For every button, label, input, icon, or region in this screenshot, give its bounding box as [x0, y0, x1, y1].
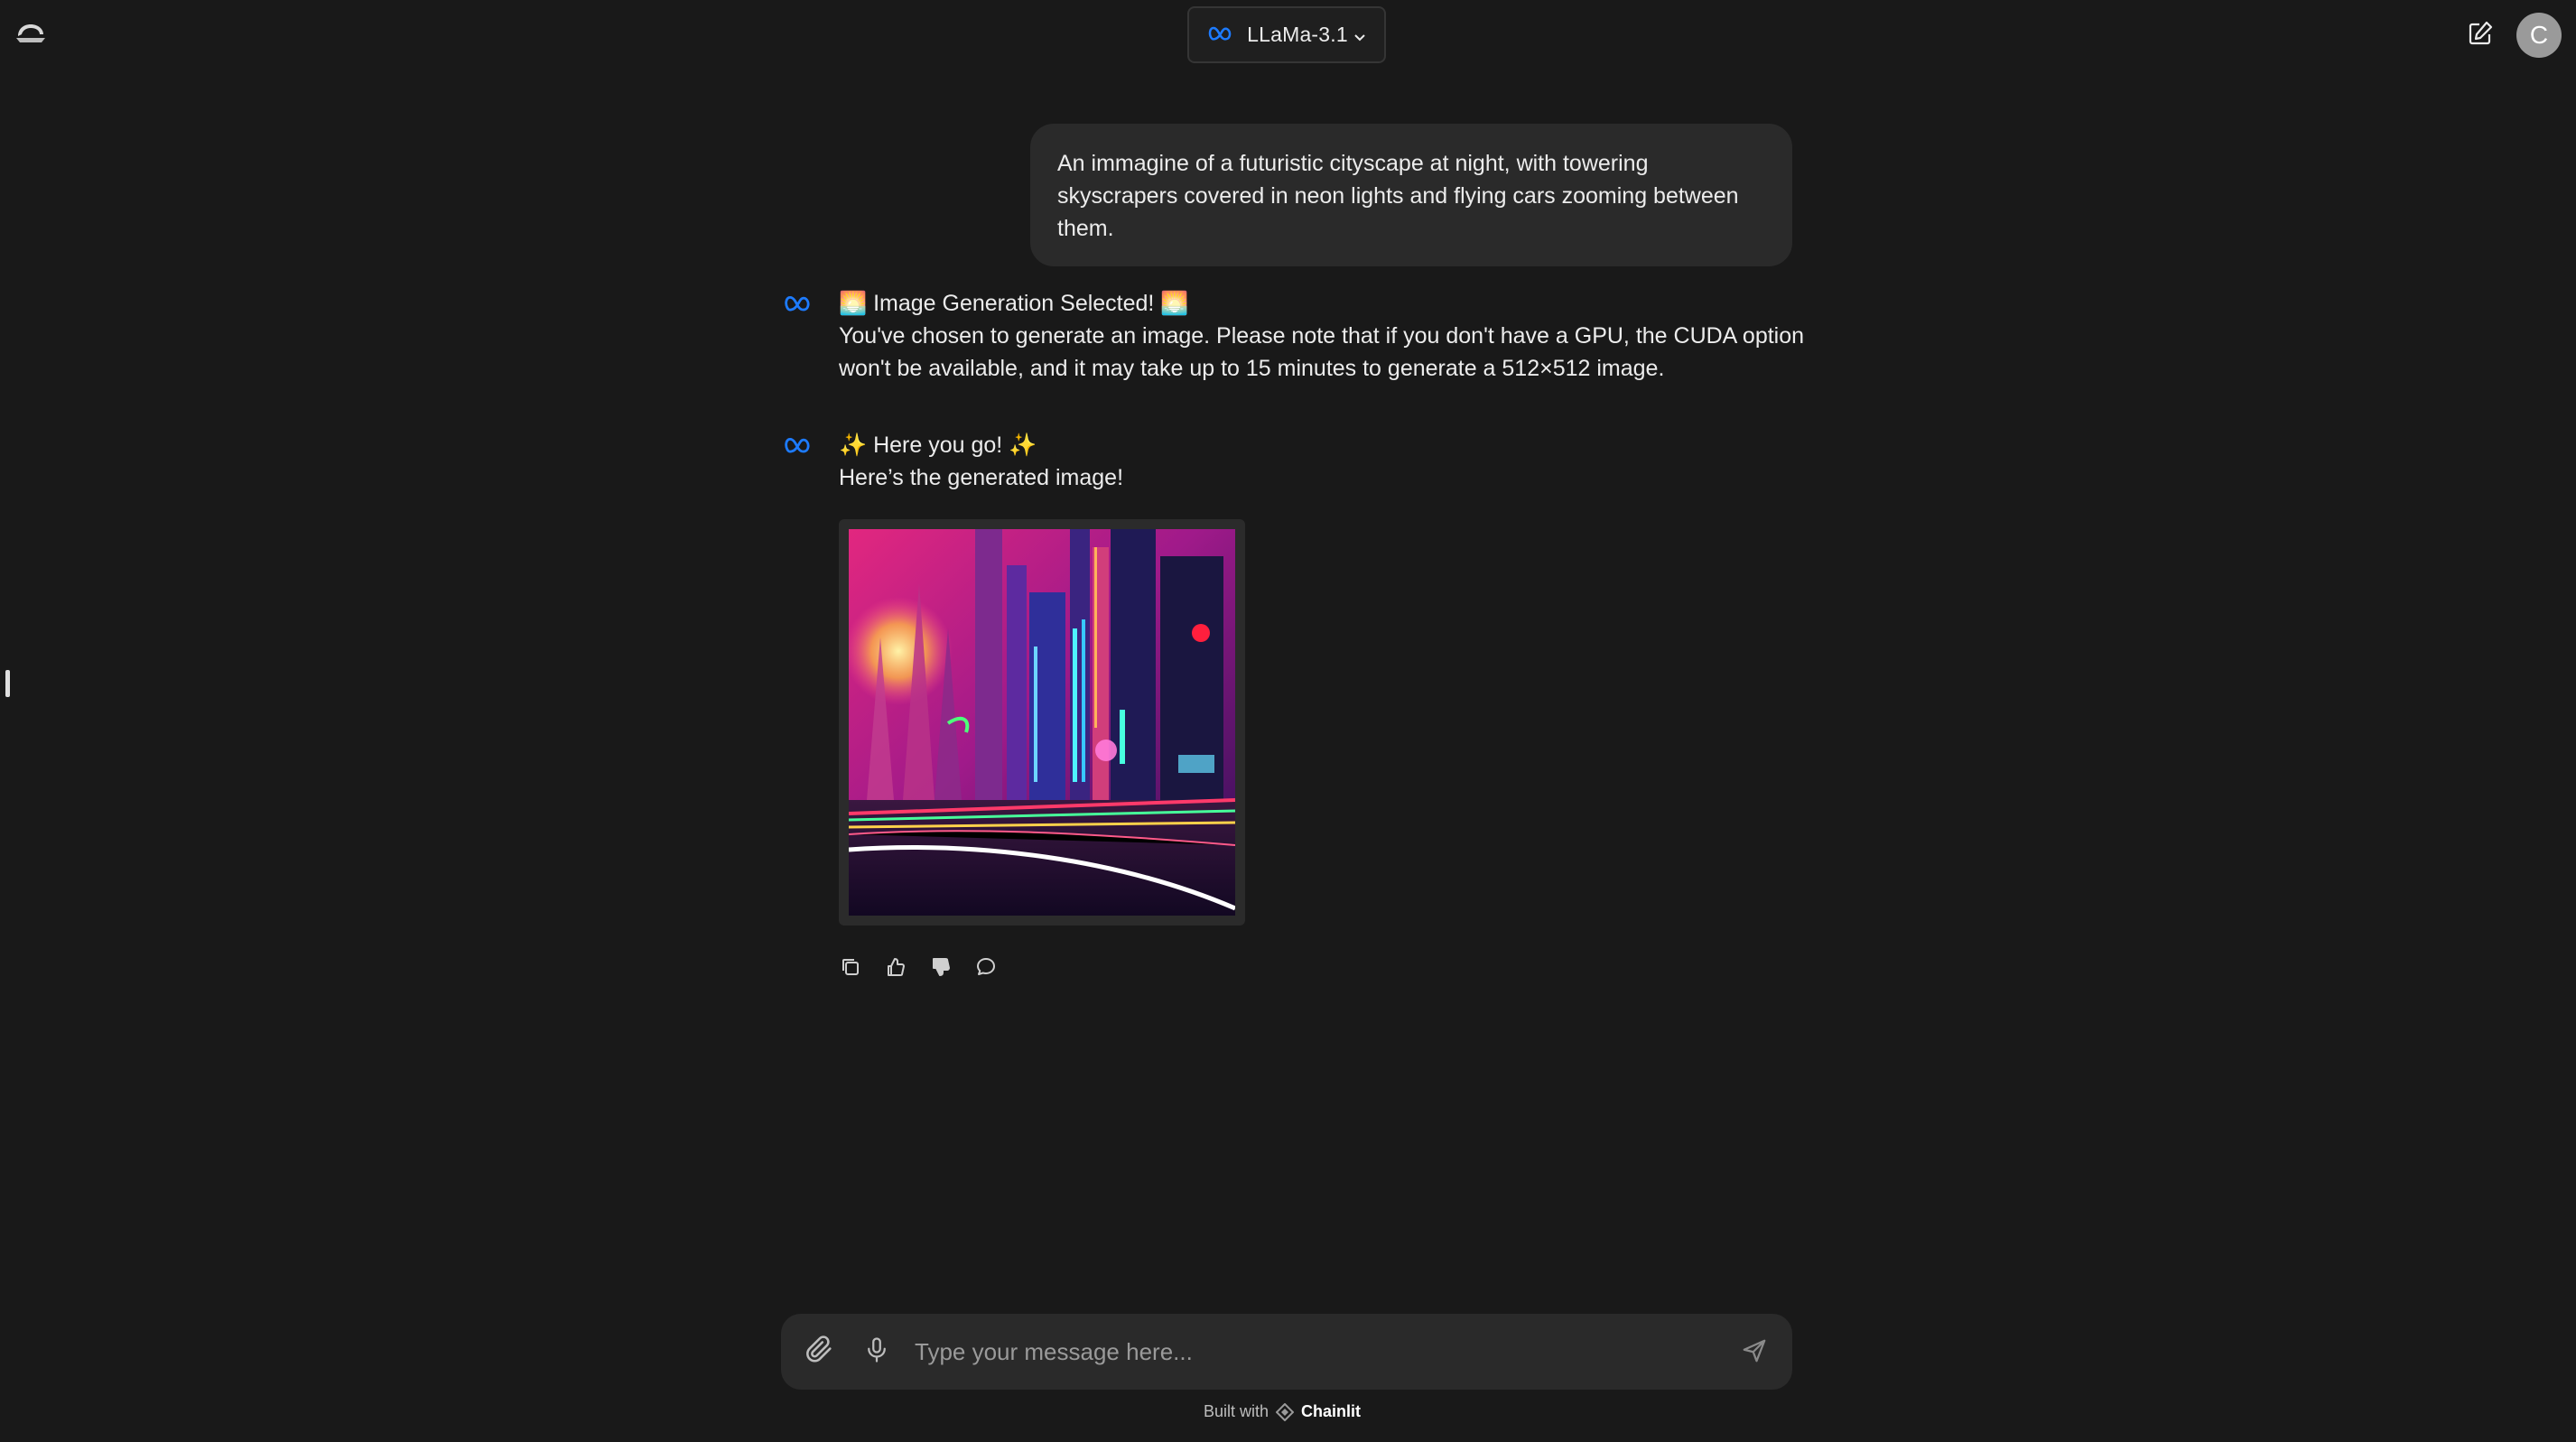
- user-avatar[interactable]: C: [2516, 13, 2562, 58]
- chainlit-logo-icon[interactable]: [13, 18, 49, 49]
- assistant-message: 🌅 Image Generation Selected! 🌅 You've ch…: [783, 287, 1804, 381]
- paperclip-icon: [804, 1335, 835, 1370]
- built-with-label: Built with: [1204, 1402, 1269, 1420]
- sidebar-resize-handle[interactable]: [5, 670, 10, 697]
- generated-cityscape-image[interactable]: [849, 529, 1235, 916]
- chevron-down-icon: [1353, 23, 1366, 47]
- footer-attribution: Built with Chainlit: [1204, 1402, 1361, 1421]
- meta-infinity-icon: [783, 429, 833, 465]
- microphone-icon: [863, 1335, 890, 1370]
- model-label: LLaMa-3.1: [1247, 23, 1348, 46]
- comment-icon: [975, 956, 997, 982]
- message-composer: [781, 1314, 1792, 1390]
- assistant-message: ✨ Here you go! ✨ Here’s the generated im…: [783, 429, 1803, 490]
- user-message: An immagine of a futuristic cityscape at…: [1030, 124, 1792, 266]
- message-title: ✨ Here you go! ✨: [839, 433, 1037, 458]
- message-actions: [836, 954, 1000, 983]
- comment-button[interactable]: [972, 954, 1000, 983]
- message-title: 🌅 Image Generation Selected! 🌅: [839, 291, 1189, 316]
- chainlit-link[interactable]: Chainlit: [1301, 1402, 1361, 1421]
- message-input[interactable]: [913, 1326, 1707, 1377]
- copy-icon: [840, 956, 861, 982]
- chainlit-brand-icon: [1276, 1402, 1295, 1421]
- meta-infinity-icon: [1207, 23, 1234, 47]
- message-body: Here’s the generated image!: [839, 465, 1124, 490]
- user-message-text: An immagine of a futuristic cityscape at…: [1057, 151, 1739, 241]
- copy-button[interactable]: [836, 954, 865, 983]
- thumbs-up-icon: [885, 956, 907, 982]
- attach-button[interactable]: [801, 1333, 839, 1371]
- generated-image-card: [839, 519, 1245, 926]
- model-selector[interactable]: LLaMa-3.1: [1187, 6, 1386, 63]
- microphone-button[interactable]: [858, 1333, 896, 1371]
- new-chat-button[interactable]: [2462, 17, 2498, 53]
- thumbs-up-button[interactable]: [881, 954, 910, 983]
- thumbs-down-icon: [930, 956, 952, 982]
- meta-infinity-icon: [783, 287, 833, 323]
- edit-icon: [2467, 20, 2494, 51]
- send-icon: [1741, 1337, 1768, 1369]
- thumbs-down-button[interactable]: [926, 954, 955, 983]
- send-button[interactable]: [1735, 1334, 1773, 1372]
- message-body: You've chosen to generate an image. Plea…: [839, 323, 1805, 381]
